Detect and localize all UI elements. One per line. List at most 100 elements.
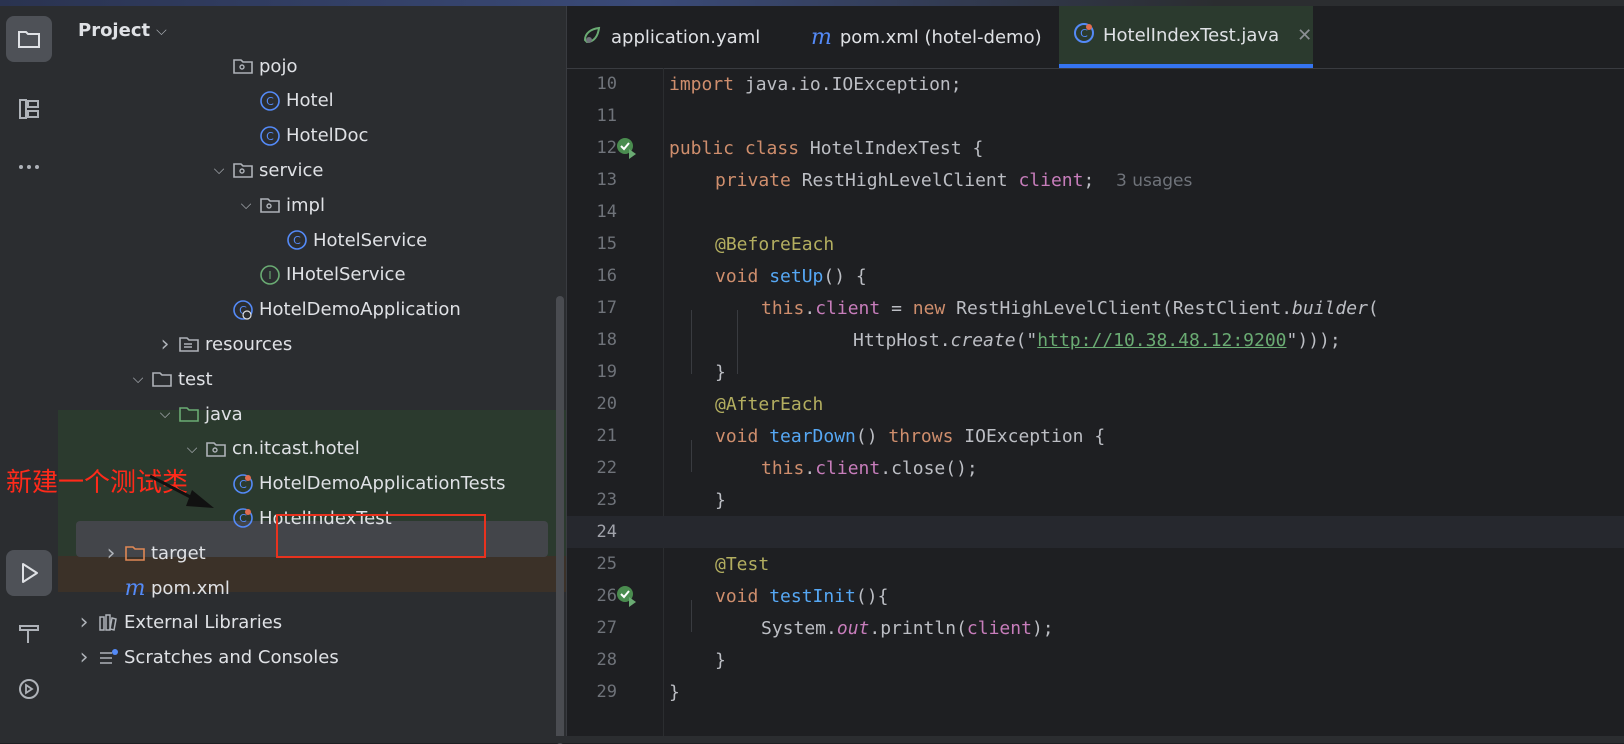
editor-area: application.yaml m pom.xml (hotel-demo) … <box>566 6 1624 743</box>
tree-item[interactable]: m pom.xml <box>58 570 566 606</box>
tree-item-label: IHotelService <box>286 264 406 286</box>
run-test-gutter-icon[interactable] <box>615 136 639 160</box>
callout-text: 新建一个测试类 <box>6 468 189 498</box>
project-folder-icon[interactable] <box>6 16 52 62</box>
chevron-right-icon[interactable]: › <box>99 541 123 566</box>
tree-item-label: pojo <box>259 58 298 77</box>
line-number: 24 <box>596 522 617 542</box>
svg-text:I: I <box>268 269 271 282</box>
tree-item[interactable]: C HotelDoc <box>58 118 566 154</box>
test-folder-icon <box>177 402 201 426</box>
chevron-down-icon: ⌵ <box>156 22 167 39</box>
tab-label: HotelIndexTest.java <box>1103 24 1280 46</box>
tree-item-label: HotelDemoApplicationTests <box>259 473 506 495</box>
code-line: 20 @AfterEach <box>567 388 1624 420</box>
line-number: 14 <box>596 202 617 222</box>
run-test-gutter-icon[interactable] <box>615 584 639 608</box>
svg-text:C: C <box>266 130 274 143</box>
tree-item[interactable]: C HotelService <box>58 222 566 258</box>
code-line: 29} <box>567 676 1624 708</box>
line-number: 27 <box>596 618 617 638</box>
code-line: 18 HttpHost.create("http://10.38.48.12:92… <box>567 324 1624 356</box>
chevron-right-icon[interactable]: › <box>72 645 96 670</box>
tree-item-label: java <box>205 403 243 425</box>
chevron-down-icon[interactable]: ⌵ <box>126 371 150 387</box>
excluded-folder-icon <box>123 541 147 565</box>
chevron-down-icon[interactable]: ⌵ <box>207 162 231 178</box>
chevron-right-icon[interactable]: › <box>153 332 177 357</box>
project-tree: pojo C Hotel C HotelDoc ⌵ service ⌵ impl C HotelSe… <box>58 58 566 738</box>
tree-item[interactable]: ⌵ impl <box>58 187 566 223</box>
code-line: 21 void tearDown() throws IOException { <box>567 420 1624 452</box>
code-editor[interactable]: 10 import java.io.IOException; 11 12 publ… <box>567 68 1624 743</box>
services-icon[interactable] <box>6 666 52 712</box>
test-class-icon: C <box>1073 22 1095 49</box>
project-view-selector[interactable]: Project ⌵ <box>78 20 167 41</box>
close-icon[interactable]: ✕ <box>1297 25 1312 46</box>
tab-hotelindextest-java[interactable]: C HotelIndexTest.java ✕ <box>1059 6 1313 68</box>
run-icon[interactable] <box>6 550 52 596</box>
more-icon[interactable] <box>6 144 52 190</box>
spring-app-class-icon: C <box>231 298 255 322</box>
line-number: 29 <box>596 682 617 702</box>
tree-item[interactable]: › resources <box>58 326 566 362</box>
line-number: 16 <box>596 266 617 286</box>
line-number: 13 <box>596 170 617 190</box>
tree-item[interactable]: › Scratches and Consoles <box>58 640 566 676</box>
tree-item-label: impl <box>286 194 325 216</box>
tab-pom-xml[interactable]: m pom.xml (hotel-demo) <box>797 6 1057 68</box>
svg-text:C: C <box>293 234 301 247</box>
tree-item[interactable]: I IHotelService <box>58 257 566 293</box>
tab-label: pom.xml (hotel-demo) <box>839 26 1042 48</box>
tree-item[interactable]: ⌵ service <box>58 152 566 188</box>
library-icon <box>96 611 120 635</box>
line-number: 21 <box>596 426 617 446</box>
code-line: 19} <box>567 356 1624 388</box>
tree-item[interactable]: ⌵ test <box>58 361 566 397</box>
line-number: 23 <box>596 490 617 510</box>
line-number: 19 <box>596 362 617 382</box>
editor-tabs: application.yaml m pom.xml (hotel-demo) … <box>567 6 1624 69</box>
class-icon: C <box>258 124 282 148</box>
tree-item-label: cn.itcast.hotel <box>232 438 360 460</box>
chevron-down-icon[interactable]: ⌵ <box>153 406 177 422</box>
line-number: 11 <box>596 106 617 126</box>
code-line: 12 public class HotelIndexTest { <box>567 132 1624 164</box>
tree-item[interactable]: C Hotel <box>58 83 566 119</box>
tab-application-yaml[interactable]: application.yaml <box>567 6 797 68</box>
line-number: 15 <box>596 234 617 254</box>
maven-icon: m <box>124 575 146 601</box>
url-link[interactable]: http://10.38.48.12:9200 <box>1037 330 1286 351</box>
chevron-down-icon[interactable]: ⌵ <box>180 441 204 457</box>
code-line: 22 this.client.close(); <box>567 452 1624 484</box>
usages-hint[interactable]: 3 usages <box>1116 171 1192 191</box>
current-line: 24 <box>567 516 1624 548</box>
tree-item-label: resources <box>205 333 293 355</box>
tree-item-label: service <box>259 159 324 181</box>
svg-text:C: C <box>266 95 274 108</box>
resources-folder-icon <box>177 332 201 356</box>
test-class-icon: C <box>231 506 255 530</box>
code-line: 11 <box>567 100 1624 132</box>
tree-item[interactable]: ⌵ java <box>58 396 566 432</box>
tree-item-label: Hotel <box>286 90 334 112</box>
scratches-icon <box>96 646 120 670</box>
callout-highlight-box <box>276 514 486 558</box>
chevron-right-icon[interactable]: › <box>72 610 96 635</box>
code-line: 23} <box>567 484 1624 516</box>
chevron-down-icon[interactable]: ⌵ <box>234 197 258 213</box>
test-class-icon: C <box>231 472 255 496</box>
tree-item[interactable]: C HotelDemoApplication <box>58 292 566 328</box>
tree-item[interactable]: › External Libraries <box>58 605 566 641</box>
structure-icon[interactable] <box>6 86 52 132</box>
line-number: 28 <box>596 650 617 670</box>
line-number: 26 <box>596 586 617 606</box>
project-scrollbar[interactable] <box>556 296 564 744</box>
build-hammer-icon[interactable] <box>6 610 52 656</box>
code-line: 15 @BeforeEach <box>567 228 1624 260</box>
line-number: 22 <box>596 458 617 478</box>
code-line: 25 @Test <box>567 548 1624 580</box>
line-number: 25 <box>596 554 617 574</box>
tree-item[interactable]: pojo <box>58 58 566 84</box>
tab-label: application.yaml <box>611 26 761 48</box>
